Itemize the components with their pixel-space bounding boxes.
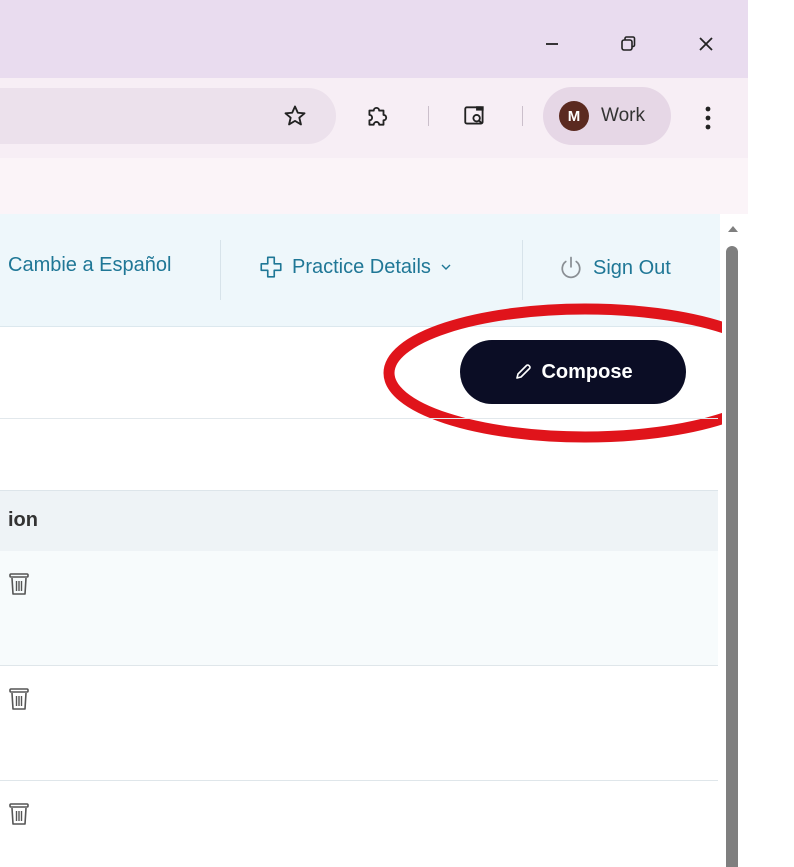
puzzle-icon: [368, 107, 388, 126]
extensions-button[interactable]: [357, 96, 397, 136]
toolbar-separator: [522, 106, 523, 126]
close-icon: [699, 37, 713, 51]
trash-icon[interactable]: [8, 571, 30, 597]
power-icon: [557, 254, 585, 282]
profile-button[interactable]: M Work: [543, 87, 671, 145]
avatar: M: [559, 101, 589, 131]
nav-divider: [522, 240, 523, 300]
kebab-icon: [705, 106, 711, 130]
bookmark-button[interactable]: [275, 96, 315, 136]
sign-out-link[interactable]: Sign Out: [557, 254, 671, 282]
search-page-icon: [464, 106, 484, 125]
pencil-icon: [513, 362, 533, 382]
medical-cross-icon: [258, 254, 284, 280]
scrollbar-thumb[interactable]: [726, 246, 738, 867]
scroll-up-arrow-icon[interactable]: [724, 220, 742, 238]
close-button[interactable]: [686, 26, 726, 62]
practice-details-label: Practice Details: [292, 255, 431, 278]
nav-divider: [220, 240, 221, 300]
page-margin: [748, 0, 794, 867]
toolbar-separator: [428, 106, 429, 126]
chevron-down-icon: [439, 260, 453, 274]
section-divider: [0, 418, 718, 419]
trash-icon[interactable]: [8, 686, 30, 712]
star-icon: [284, 105, 306, 126]
minimize-icon: [546, 43, 558, 45]
table-row: [0, 551, 718, 666]
restore-button[interactable]: [608, 26, 648, 62]
language-link-label: Cambie a Español: [8, 254, 172, 276]
compose-button[interactable]: Compose: [460, 340, 686, 404]
search-page-button[interactable]: [455, 96, 495, 136]
sign-out-label: Sign Out: [593, 256, 671, 279]
minimize-button[interactable]: [532, 26, 572, 62]
column-header-action: ion: [8, 509, 38, 531]
app-header: Cambie a Español Practice Details Sign O…: [0, 214, 720, 327]
browser-toolbar: M Work: [0, 78, 748, 158]
bookmarks-bar: [0, 158, 748, 214]
table-row: [0, 781, 718, 867]
restore-icon: [621, 36, 636, 51]
language-link[interactable]: Cambie a Español: [8, 254, 171, 277]
table-row: [0, 666, 718, 781]
table-header: ion: [0, 490, 718, 552]
trash-icon[interactable]: [8, 801, 30, 827]
profile-label: Work: [601, 105, 645, 126]
browser-menu-button[interactable]: [690, 98, 726, 138]
screenshot-frame: M Work Cambie a Español Practice Details: [0, 0, 794, 867]
compose-label: Compose: [541, 360, 633, 383]
browser-titlebar: [0, 0, 748, 78]
practice-details-menu[interactable]: Practice Details: [258, 254, 453, 280]
